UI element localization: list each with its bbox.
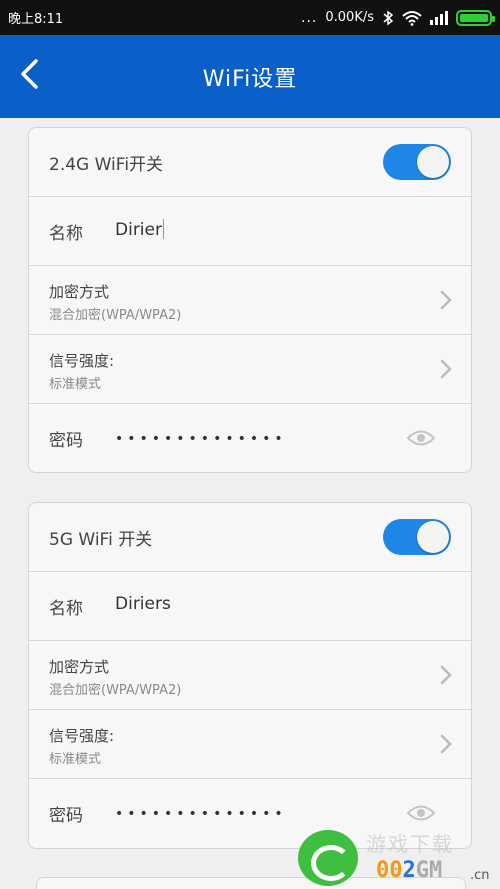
name-row-24g[interactable]: 名称 Dirier xyxy=(29,197,471,266)
status-bar: 晚上8:11 ... 0.00K/s xyxy=(0,0,500,35)
name-label: 名称 xyxy=(49,599,83,619)
watermark-suffix: .cn xyxy=(470,868,490,883)
encryption-value: 混合加密(WPA/WPA2) xyxy=(49,308,182,323)
wifi-5g-toggle[interactable] xyxy=(383,519,451,555)
watermark: 游戏下载 002GM .cn xyxy=(298,828,494,888)
name-row-5g[interactable]: 名称 Diriers xyxy=(29,572,471,641)
password-row-24g: 密码 •••••••••••••• xyxy=(29,404,471,472)
signal-label: 信号强度: xyxy=(49,727,115,745)
password-field-5g[interactable]: •••••••••••••• xyxy=(115,806,287,822)
ssid-input-24g[interactable]: Dirier xyxy=(115,219,164,240)
signal-row-24g[interactable]: 信号强度: 标准模式 xyxy=(29,335,471,404)
chevron-right-icon[interactable] xyxy=(439,664,453,686)
chevron-right-icon[interactable] xyxy=(439,358,453,380)
chevron-right-icon[interactable] xyxy=(439,733,453,755)
page-title: WiFi设置 xyxy=(202,67,298,92)
signal-row-5g[interactable]: 信号强度: 标准模式 xyxy=(29,710,471,779)
wifi-24g-toggle[interactable] xyxy=(383,144,451,180)
eye-icon[interactable] xyxy=(407,804,435,822)
encryption-label: 加密方式 xyxy=(49,283,110,301)
signal-value: 标准模式 xyxy=(49,752,102,767)
switch-row-5g: 5G WiFi 开关 xyxy=(29,503,471,572)
encryption-row-24g[interactable]: 加密方式 混合加密(WPA/WPA2) xyxy=(29,266,471,335)
more-dots: ... xyxy=(301,9,318,26)
signal-icon xyxy=(430,10,448,25)
switch-label-24g: 2.4G WiFi开关 xyxy=(49,155,164,175)
net-speed: 0.00K/s xyxy=(325,10,374,25)
text-cursor xyxy=(162,219,164,239)
ssid-input-5g[interactable]: Diriers xyxy=(115,594,171,614)
encryption-row-5g[interactable]: 加密方式 混合加密(WPA/WPA2) xyxy=(29,641,471,710)
watermark-logo xyxy=(298,830,358,886)
status-right: ... 0.00K/s xyxy=(301,9,495,26)
signal-value: 标准模式 xyxy=(49,377,102,392)
encryption-value: 混合加密(WPA/WPA2) xyxy=(49,683,182,698)
status-time: 晚上8:11 xyxy=(8,12,64,27)
bluetooth-icon xyxy=(383,10,394,25)
title-bar: WiFi设置 xyxy=(0,35,500,118)
battery-icon xyxy=(456,9,495,26)
password-field-24g[interactable]: •••••••••••••• xyxy=(115,431,287,447)
name-label: 名称 xyxy=(49,224,83,244)
watermark-faint-text: 游戏下载 xyxy=(366,832,454,856)
eye-icon[interactable] xyxy=(407,429,435,447)
wifi-24g-card: 2.4G WiFi开关 名称 Dirier 加密方式 混合加密(WPA/WPA2… xyxy=(28,127,472,473)
signal-label: 信号强度: xyxy=(49,352,115,370)
wifi-icon xyxy=(402,10,422,26)
watermark-digits: 002GM xyxy=(376,858,443,883)
chevron-right-icon[interactable] xyxy=(439,289,453,311)
password-label: 密码 xyxy=(49,431,83,451)
switch-label-5g: 5G WiFi 开关 xyxy=(49,530,153,550)
wifi-5g-card: 5G WiFi 开关 名称 Diriers 加密方式 混合加密(WPA/WPA2… xyxy=(28,502,472,849)
switch-row-24g: 2.4G WiFi开关 xyxy=(29,128,471,197)
encryption-label: 加密方式 xyxy=(49,658,110,676)
password-label: 密码 xyxy=(49,806,83,826)
